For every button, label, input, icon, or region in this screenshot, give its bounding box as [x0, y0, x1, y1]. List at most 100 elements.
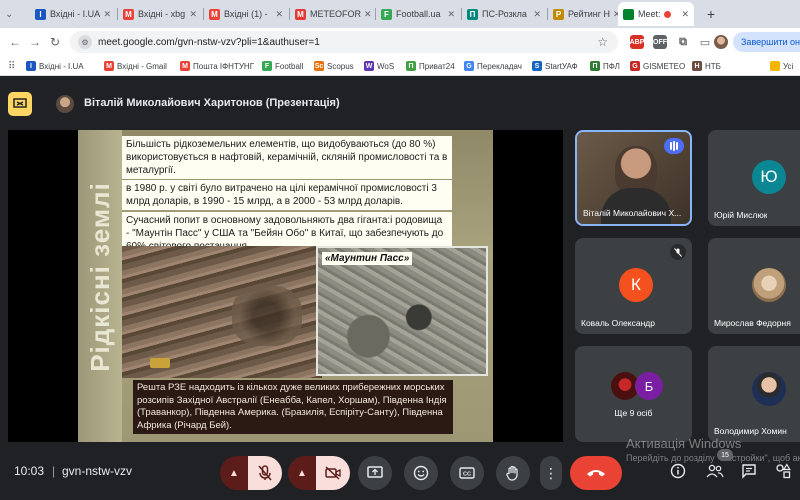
reload-button[interactable]: ↻: [46, 33, 64, 51]
participant-tile-more[interactable]: Б Ще 9 осіб: [575, 346, 692, 442]
off-extension-icon[interactable]: OFF: [653, 35, 667, 49]
schedule-favicon-icon: П: [467, 8, 478, 20]
present-screen-icon: [13, 98, 27, 108]
bookmark-privat24[interactable]: П Приват24: [406, 59, 455, 73]
presenter-title: Віталій Миколайович Харитонов (Презентац…: [84, 97, 340, 109]
gmail-favicon-icon: M: [209, 8, 220, 20]
presentation-icon[interactable]: [8, 92, 32, 116]
bookmark-label: Усі: [783, 61, 794, 71]
bookmark-translator[interactable]: G Перекладач: [464, 59, 522, 73]
close-icon[interactable]: ✕: [361, 9, 372, 20]
tab-iua[interactable]: I Вхідні - I.UA ✕: [30, 2, 116, 26]
new-tab-button[interactable]: +: [700, 2, 722, 26]
tab-football[interactable]: F Football.ua ✕: [376, 2, 460, 26]
speaking-indicator-icon: [664, 138, 684, 154]
slide-paragraph-3: Сучасний попит в основному задовольняють…: [122, 212, 452, 250]
close-icon[interactable]: ✕: [186, 9, 197, 20]
bookmark-football[interactable]: F Football: [262, 59, 303, 73]
site-info-icon[interactable]: ⚙: [78, 35, 92, 49]
bookmark-ifntung-mail[interactable]: M Пошта ІФНТУНГ: [180, 59, 254, 73]
back-button[interactable]: ←: [6, 33, 24, 51]
tab-schedule[interactable]: П ПС-Розкла ✕: [462, 2, 546, 26]
bookmark-label: WoS: [377, 61, 395, 71]
camera-toggle-button[interactable]: [316, 456, 350, 490]
recording-indicator-icon: [663, 10, 671, 18]
participant-tile-presenter[interactable]: Віталій Миколайович Х...: [575, 130, 692, 226]
participants-button[interactable]: [706, 462, 724, 480]
meet-header: Віталій Миколайович Харитонов (Презентац…: [0, 89, 800, 119]
participant-tile-volodymyr[interactable]: Володимир Хомин: [708, 346, 800, 442]
wos-favicon-icon: W: [364, 61, 374, 71]
meet-favicon-icon: [623, 8, 634, 20]
participant-photo-avatar: [752, 268, 786, 302]
bookmark-star-icon[interactable]: ☆: [597, 35, 608, 49]
end-call-icon: [587, 470, 605, 477]
participant-tile-yuriy[interactable]: Ю Юрій Мислюк: [708, 130, 800, 226]
close-icon[interactable]: ✕: [610, 9, 618, 20]
raise-hand-button[interactable]: [496, 456, 530, 490]
satellite-photo: «Маунтин Пасс»: [316, 246, 488, 376]
extensions-puzzle-icon[interactable]: ⧉: [676, 35, 690, 49]
tab-rating[interactable]: Р Рейтинг Н ✕: [548, 2, 618, 26]
close-icon[interactable]: ✕: [678, 9, 689, 20]
bookmark-label: Пошта ІФНТУНГ: [193, 61, 255, 71]
tab-meteofor[interactable]: M METEOFOR ✕: [290, 2, 374, 26]
bookmark-gmail[interactable]: M Вхідні - Gmail: [104, 59, 167, 73]
bookmark-label: GISMETEO: [643, 61, 686, 71]
iua-favicon-icon: I: [26, 61, 36, 71]
apps-grid-button[interactable]: ⠿: [8, 59, 15, 73]
bookmark-start-uaf[interactable]: S StartУАФ: [532, 59, 578, 73]
tab-search-icon: ⌄: [5, 8, 14, 20]
participant-tile-myroslav[interactable]: Мирослав Федорня: [708, 238, 800, 334]
mine-truck-shape: [150, 358, 170, 368]
finish-update-button[interactable]: Завершити онов: [733, 32, 800, 52]
chat-button[interactable]: [740, 462, 758, 480]
present-now-button[interactable]: [358, 456, 392, 490]
uaf-favicon-icon: S: [532, 61, 542, 71]
video-options-button[interactable]: ▲: [288, 456, 316, 490]
bookmark-iua[interactable]: I Вхідні - I.UA: [26, 59, 84, 73]
profile-avatar[interactable]: [714, 35, 728, 49]
reactions-button[interactable]: [404, 456, 438, 490]
captions-button[interactable]: CC: [450, 456, 484, 490]
more-options-button[interactable]: ⋮: [540, 456, 562, 490]
ntb-favicon-icon: Н: [692, 61, 702, 71]
gismeteo-favicon-icon: G: [630, 61, 640, 71]
arrow-right-icon: →: [29, 35, 41, 49]
activities-button[interactable]: [774, 462, 792, 480]
emoji-icon: [413, 465, 429, 481]
close-icon[interactable]: ✕: [272, 9, 283, 20]
sidebar-panel-icon[interactable]: ▭: [698, 35, 712, 49]
close-icon[interactable]: ✕: [530, 9, 541, 20]
chat-icon: [742, 464, 756, 479]
tab-search-button[interactable]: ⌄: [0, 2, 28, 26]
bookmark-wos[interactable]: W WoS: [364, 59, 394, 73]
mic-toggle-button[interactable]: [248, 456, 282, 490]
tab-gmail-xbg[interactable]: M Вхідні - xbg ✕: [118, 2, 202, 26]
participant-count-badge: 15: [717, 449, 733, 461]
all-bookmarks-folder[interactable]: Усі: [770, 59, 793, 73]
forward-button[interactable]: →: [26, 33, 44, 51]
bookmark-ntb[interactable]: Н НТБ: [692, 59, 721, 73]
audio-options-button[interactable]: ▲: [220, 456, 248, 490]
mic-off-icon: [670, 244, 686, 260]
tab-label: Football.ua: [396, 9, 441, 19]
bookmark-gismeteo[interactable]: G GISMETEO: [630, 59, 685, 73]
close-icon[interactable]: ✕: [444, 9, 455, 20]
tab-meet-active[interactable]: Meet: ✕: [618, 2, 694, 26]
bookmark-scopus[interactable]: Sc Scopus: [314, 59, 354, 73]
participant-name: Віталій Миколайович Х...: [583, 208, 682, 218]
reload-icon: ↻: [49, 35, 61, 49]
leave-call-button[interactable]: [570, 456, 622, 490]
meeting-info-button[interactable]: [669, 462, 687, 480]
tab-gmail-inbox[interactable]: M Вхідні (1) - ✕: [204, 2, 288, 26]
slide-side-bar: Рідкісні землі: [78, 130, 122, 442]
address-bar[interactable]: ⚙ meet.google.com/gvn-nstw-vzv?pli=1&aut…: [70, 31, 618, 53]
adblock-extension-icon[interactable]: ABP: [630, 35, 644, 49]
bookmark-pfl[interactable]: П ПФЛ: [590, 59, 620, 73]
close-icon[interactable]: ✕: [100, 9, 111, 20]
url-text[interactable]: meet.google.com/gvn-nstw-vzv?pli=1&authu…: [98, 37, 320, 48]
participant-tile-koval[interactable]: К Коваль Олександр: [575, 238, 692, 334]
current-time: 10:03: [14, 464, 45, 478]
presentation-stage[interactable]: Рідкісні землі Більшість рідкоземельних …: [8, 130, 563, 442]
